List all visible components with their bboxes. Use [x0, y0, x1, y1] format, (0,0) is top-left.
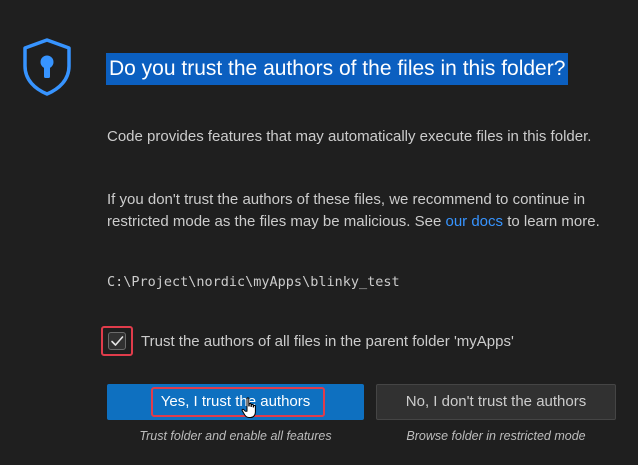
dialog-title: Do you trust the authors of the files in…	[106, 53, 569, 85]
trust-yes-button[interactable]: Yes, I trust the authors	[107, 384, 364, 420]
workspace-trust-dialog: Do you trust the authors of the files in…	[0, 0, 638, 465]
folder-path: C:\Project\nordic\myApps\blinky_test	[107, 274, 400, 290]
trust-parent-checkbox[interactable]	[108, 332, 126, 350]
yes-button-caption: Trust folder and enable all features	[139, 429, 332, 443]
restricted-mode-text-end: to learn more.	[503, 212, 600, 230]
trust-parent-label[interactable]: Trust the authors of all files in the pa…	[141, 333, 514, 350]
checkmark-icon	[111, 336, 124, 346]
our-docs-link[interactable]: our docs	[445, 213, 503, 230]
trust-no-button[interactable]: No, I don't trust the authors	[376, 384, 616, 420]
trust-description: Code provides features that may automati…	[107, 128, 592, 145]
shield-lock-icon	[23, 38, 71, 96]
no-button-caption: Browse folder in restricted mode	[406, 429, 586, 443]
checkbox-highlight	[101, 326, 133, 356]
restricted-mode-description: If you don't trust the authors of these …	[107, 189, 617, 232]
yes-button-highlight	[151, 387, 325, 417]
